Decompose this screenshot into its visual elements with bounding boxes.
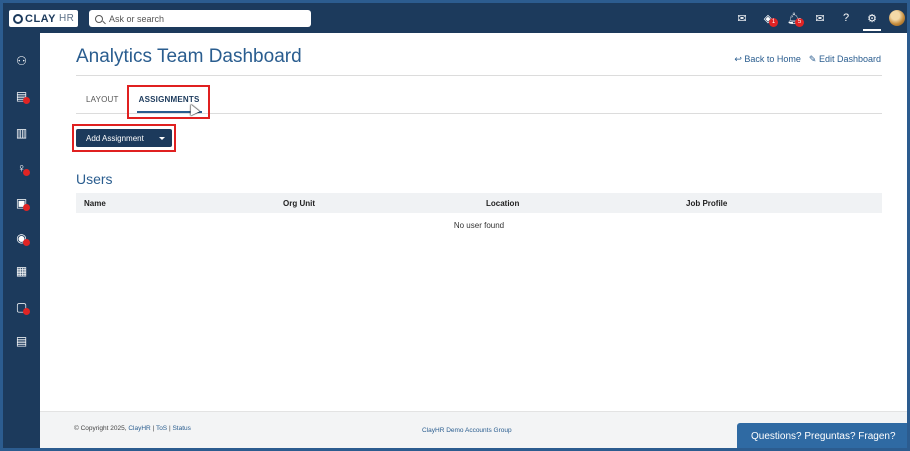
sidebar-item-people[interactable]: ⚇ [3, 49, 40, 73]
footer-copyright: © Copyright 2025, ClayHR | ToS | Status [74, 425, 191, 432]
notification-badge: 5 [795, 18, 804, 27]
alert-dot [23, 204, 30, 211]
title-divider [76, 75, 882, 76]
highlight-box-button [72, 124, 176, 152]
sidebar: ⚇ ▤ ▥ ♀ ▣ ◉ ▦ ▢ ▤ [3, 33, 40, 448]
alert-dot [23, 239, 30, 246]
sidebar-item-ideas[interactable]: ♀ [3, 156, 40, 180]
footer-separator: | [152, 425, 155, 432]
bell-icon[interactable]: 🔔︎ 5 [781, 3, 807, 33]
avatar[interactable] [889, 10, 905, 26]
logo-mark-icon [13, 13, 23, 24]
chart-icon: ▥ [15, 126, 28, 140]
logo-suffix: HR [58, 13, 75, 24]
top-icons: ✉ ◈ 1 🔔︎ 5 ✉ ? ⚙ [729, 3, 907, 33]
search-icon [95, 14, 103, 23]
footer-link-tos[interactable]: ToS [156, 425, 167, 432]
column-header-org-unit[interactable]: Org Unit [283, 199, 315, 208]
help-glyph: ? [842, 12, 850, 24]
clipboard-icon: ▤ [15, 334, 28, 348]
report-icon: ▦ [15, 264, 28, 278]
search-placeholder: Ask or search [109, 13, 165, 24]
page-title: Analytics Team Dashboard [76, 46, 302, 67]
messages-icon[interactable]: ✉ [729, 3, 755, 33]
people-icon: ⚇ [16, 54, 27, 68]
help-chat-button[interactable]: Questions? Preguntas? Fragen? [737, 423, 907, 448]
help-icon[interactable]: ? [833, 3, 859, 33]
header-links: ↩ Back to Home ✎ Edit Dashboard [734, 54, 881, 65]
copyright-text: © Copyright 2025, [74, 425, 127, 432]
sidebar-item-learning[interactable]: ▢ [3, 295, 40, 319]
edit-dashboard-link[interactable]: ✎ Edit Dashboard [809, 54, 881, 65]
sidebar-item-payroll[interactable]: ◉ [3, 226, 40, 250]
column-header-location[interactable]: Location [486, 199, 519, 208]
footer-link-status[interactable]: Status [172, 425, 190, 432]
footer-link-clayhr[interactable]: ClayHR [128, 425, 150, 432]
main-content: Analytics Team Dashboard ↩ Back to Home … [40, 33, 907, 411]
highlight-box-tab [127, 85, 210, 119]
top-bar: CLAY HR Ask or search ✉ ◈ 1 🔔︎ 5 ✉ ? ⚙ [3, 3, 907, 33]
notification-badge: 1 [769, 18, 778, 27]
sidebar-item-documents[interactable]: ▣ [3, 191, 40, 215]
sidebar-item-tasks[interactable]: ▤ [3, 329, 40, 353]
sidebar-item-analytics[interactable]: ▥ [3, 121, 40, 145]
tab-layout[interactable]: LAYOUT [76, 89, 129, 113]
alert-dot [23, 169, 30, 176]
sidebar-item-reports[interactable]: ▦ [3, 259, 40, 283]
column-header-name[interactable]: Name [84, 199, 106, 208]
sidebar-item-id-card[interactable]: ▤ [3, 84, 40, 108]
settings-glyph: ⚙ [867, 12, 877, 25]
mail-glyph: ✉ [815, 12, 825, 25]
empty-table-message: No user found [453, 221, 505, 230]
column-header-job-profile[interactable]: Job Profile [686, 199, 727, 208]
alert-dot [23, 97, 30, 104]
users-table-header: Name Org Unit Location Job Profile [76, 193, 882, 213]
footer: © Copyright 2025, ClayHR | ToS | Status … [40, 411, 907, 448]
footer-separator: | [168, 425, 171, 432]
layers-icon[interactable]: ◈ 1 [755, 3, 781, 33]
settings-icon[interactable]: ⚙ [859, 3, 885, 33]
section-title-users: Users [76, 171, 113, 187]
messages-glyph: ✉ [737, 12, 747, 25]
back-to-home-link[interactable]: ↩ Back to Home [734, 54, 801, 65]
alert-dot [23, 308, 30, 315]
app-frame: CLAY HR Ask or search ✉ ◈ 1 🔔︎ 5 ✉ ? ⚙ ⚇ ▤… [0, 0, 910, 451]
search-input[interactable]: Ask or search [89, 10, 311, 27]
footer-account-group[interactable]: ClayHR Demo Accounts Group [422, 427, 512, 434]
mail-icon[interactable]: ✉ [807, 3, 833, 33]
logo-brand: CLAY [25, 12, 56, 25]
clayhr-logo[interactable]: CLAY HR [9, 10, 79, 27]
